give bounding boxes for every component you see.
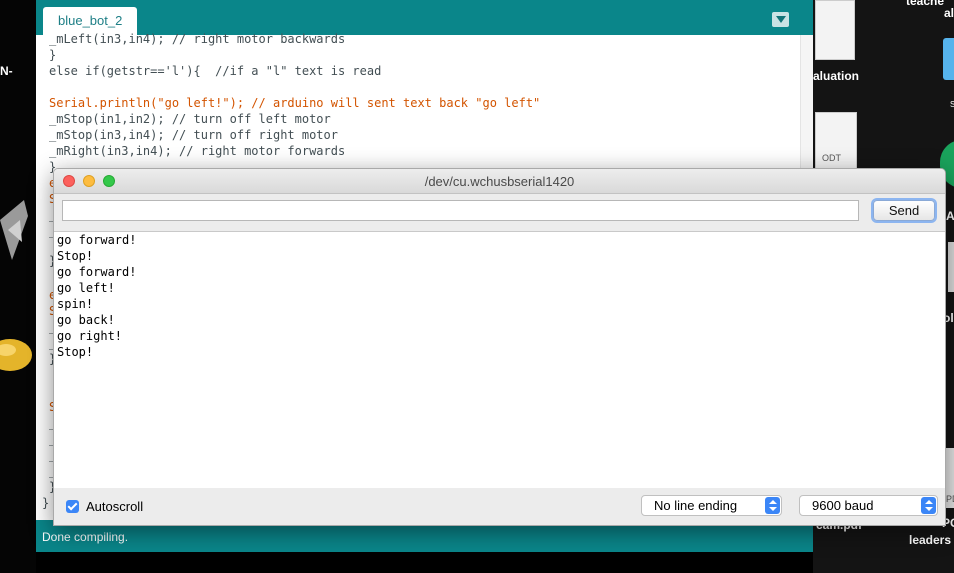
baud-rate-select[interactable]: 9600 baud bbox=[799, 495, 938, 516]
select-arrows-icon bbox=[765, 497, 780, 514]
serial-output-area[interactable]: go forward! Stop! go forward! go left! s… bbox=[54, 231, 945, 489]
code-line: _mStop(in3,in4); // turn off right motor bbox=[49, 128, 338, 142]
window-titlebar[interactable]: /dev/cu.wchusbserial1420 bbox=[54, 169, 945, 194]
desktop-label-evaluation: aluation bbox=[813, 69, 860, 83]
output-line: go forward! bbox=[57, 265, 137, 279]
autoscroll-checkbox[interactable] bbox=[66, 500, 79, 513]
desktop-label-al: al bbox=[944, 6, 954, 20]
desktop-thumbnail[interactable] bbox=[948, 242, 954, 292]
desktop-label-a: A bbox=[946, 209, 954, 223]
output-line: go right! bbox=[57, 329, 123, 343]
serial-monitor-window: /dev/cu.wchusbserial1420 Send go forward… bbox=[53, 168, 946, 526]
desktop-left-edge: N- bbox=[0, 0, 36, 573]
output-line: Stop! bbox=[57, 345, 94, 359]
console-area bbox=[36, 552, 813, 573]
code-line: _mRight(in3,in4); // right motor forward… bbox=[49, 144, 346, 158]
tab-bar: blue_bot_2 bbox=[36, 0, 813, 35]
line-ending-select[interactable]: No line ending bbox=[641, 495, 782, 516]
baud-rate-value: 9600 baud bbox=[812, 498, 874, 513]
desktop-label-pd: PD bbox=[946, 494, 954, 504]
serial-send-input[interactable] bbox=[62, 200, 859, 221]
odt-file-icon[interactable]: ODT bbox=[815, 112, 857, 170]
desktop-label-teacher: teache bbox=[906, 0, 945, 8]
serial-controls-bar: Autoscroll No line ending 9600 baud bbox=[54, 488, 945, 525]
output-line: go forward! bbox=[57, 233, 137, 247]
folder-icon[interactable] bbox=[943, 38, 954, 80]
select-arrows-icon bbox=[921, 497, 936, 514]
desktop-label-leaders: leaders bbox=[909, 533, 952, 547]
output-line: go back! bbox=[57, 313, 115, 327]
code-edge-char: } bbox=[42, 496, 50, 510]
status-message: Done compiling. bbox=[42, 530, 129, 544]
output-line: go left! bbox=[57, 281, 115, 295]
output-line: Stop! bbox=[57, 249, 94, 263]
desktop-label-s: s bbox=[950, 98, 954, 110]
autoscroll-label[interactable]: Autoscroll bbox=[86, 499, 143, 514]
evaluation-thumbnail[interactable] bbox=[815, 0, 855, 60]
code-line: } bbox=[49, 48, 57, 62]
odt-label: ODT bbox=[822, 153, 841, 163]
send-button[interactable]: Send bbox=[873, 200, 935, 221]
window-title: /dev/cu.wchusbserial1420 bbox=[424, 174, 575, 189]
code-line-serial-println: Serial.println("go left!"); // arduino w… bbox=[49, 96, 541, 110]
line-ending-value: No line ending bbox=[654, 498, 738, 513]
code-line: else if(getstr=='l'){ //if a "l" text is… bbox=[49, 64, 382, 78]
tab-menu-chevron-down-icon[interactable] bbox=[772, 12, 789, 27]
desktop-left-text: N- bbox=[0, 64, 13, 78]
code-line: _mStop(in1,in2); // turn off left motor bbox=[49, 112, 331, 126]
output-line: spin! bbox=[57, 297, 94, 311]
desktop-robot-image bbox=[0, 200, 32, 371]
code-line: _mLeft(in3,in4); // right motor backward… bbox=[49, 32, 346, 46]
